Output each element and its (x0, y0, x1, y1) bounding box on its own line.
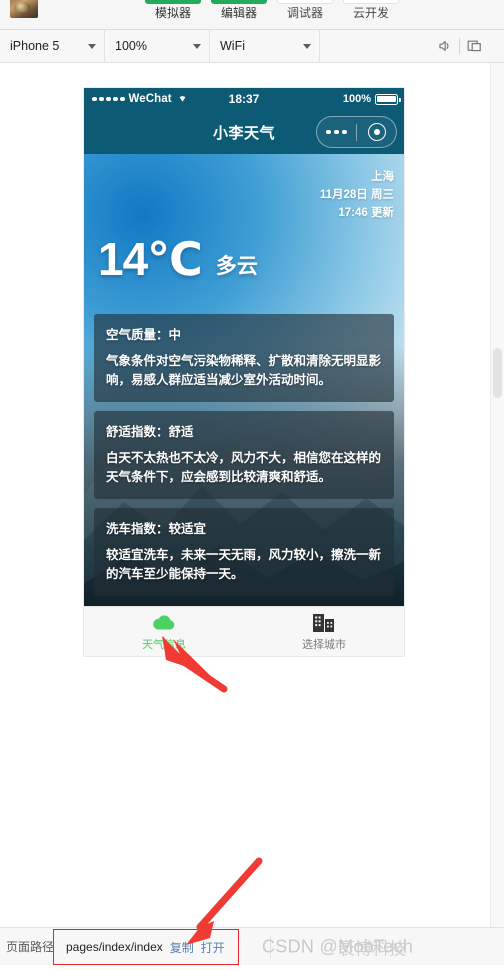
cloud-dev-icon (343, 0, 399, 4)
ide-nav-simulator[interactable]: 模拟器 (145, 0, 201, 20)
phone-nav-bar: 小李天气 (84, 110, 404, 154)
copy-path-link[interactable]: 复制 (170, 939, 194, 956)
card-title: 洗车指数：较适宜 (106, 522, 207, 536)
watermark-text: CSDN @MobTech (262, 936, 414, 956)
device-select[interactable]: iPhone 5 (0, 30, 105, 62)
simulator-icon (145, 0, 201, 4)
more-dots-icon[interactable] (317, 129, 356, 135)
cloud-icon (151, 613, 177, 637)
weather-content: 上海 11月28日 周三 17:46 更新 14℃ 多云 空气质量：中 气象条件… (84, 154, 404, 656)
zoom-select[interactable]: 100% (105, 30, 210, 62)
weather-index-card: 舒适指数：舒适 白天不太热也不太冷，风力不大，相信您在这样的天气条件下，应会感到… (94, 411, 394, 499)
target-circle-icon[interactable] (357, 123, 396, 141)
ide-nav-cloud[interactable]: 云开发 (343, 0, 399, 20)
ide-nav-debugger[interactable]: 调试器 (277, 0, 333, 20)
user-avatar[interactable] (10, 0, 38, 18)
date-label: 11月28日 周三 (319, 189, 394, 201)
temperature-value: 14℃ (98, 233, 203, 285)
network-select[interactable]: WiFi (210, 30, 320, 62)
buildings-icon (311, 612, 337, 637)
zoom-select-value: 100% (115, 39, 147, 53)
vertical-scrollbar[interactable] (490, 63, 504, 927)
toolbar-icon-group (429, 30, 504, 62)
scrollbar-thumb[interactable] (493, 348, 502, 398)
page-path-highlight-box: pages/index/index 复制 打开 (53, 929, 239, 965)
editor-icon (211, 0, 267, 4)
ide-bottom-status-bar: 页面路径 pages/index/index 复制 打开 CSDN @MobTe… (0, 927, 504, 965)
weather-index-card: 洗车指数：较适宜 较适宜洗车，未来一天无雨，风力较小，擦洗一新的汽车至少能保持一… (94, 508, 394, 596)
battery-percent-label: 100% (342, 93, 371, 105)
temperature-block: 14℃ 多云 (98, 236, 258, 282)
card-body: 气象条件对空气污染物稀释、扩散和清除无明显影响，易感人群应适当减少室外活动时间。 (106, 354, 382, 387)
chevron-down-icon (193, 43, 201, 49)
weather-index-card: 空气质量：中 气象条件对空气污染物稀释、扩散和清除无明显影响，易感人群应适当减少… (94, 314, 394, 402)
tab-select-city[interactable]: 选择城市 (244, 607, 404, 656)
tab-weather-info-label: 天气信息 (142, 638, 186, 651)
chevron-down-icon (303, 43, 311, 49)
network-select-value: WiFi (220, 39, 245, 53)
chevron-down-icon (88, 43, 96, 49)
status-bar-right: 100% (342, 93, 401, 105)
phone-tab-bar: 天气信息 选择城市 (84, 606, 404, 656)
debugger-icon (277, 0, 333, 4)
watermark-text-secondary: 袤博科技 (338, 939, 406, 958)
tab-weather-info[interactable]: 天气信息 (84, 607, 244, 656)
page-path-value: pages/index/index (66, 940, 163, 954)
weather-index-card-list: 空气质量：中 气象条件对空气污染物稀释、扩散和清除无明显影响，易感人群应适当减少… (84, 314, 404, 605)
card-body: 白天不太热也不太冷，风力不大，相信您在这样的天气条件下，应会感到比较清爽和舒适。 (106, 451, 382, 484)
device-select-value: iPhone 5 (10, 39, 60, 53)
wechat-capsule-menu[interactable] (316, 116, 397, 148)
card-title: 舒适指数：舒适 (106, 425, 194, 439)
ide-nav-cloud-label: 云开发 (352, 6, 389, 20)
phone-preview: WeChat 18:37 100% 小李天气 上海 11月28日 周三 17:4… (84, 88, 404, 656)
window-panel-icon[interactable] (460, 30, 490, 63)
simulator-toolbar: iPhone 5 100% WiFi (0, 30, 504, 63)
open-path-link[interactable]: 打开 (201, 939, 225, 956)
speaker-icon[interactable] (429, 30, 459, 63)
page-path-label: 页面路径 (6, 940, 55, 954)
weather-meta: 上海 11月28日 周三 17:46 更新 (320, 168, 394, 222)
ide-nav-editor-label: 编辑器 (220, 6, 257, 20)
card-body: 较适宜洗车，未来一天无雨，风力较小，擦洗一新的汽车至少能保持一天。 (106, 548, 382, 581)
tab-select-city-label: 选择城市 (302, 639, 346, 651)
ide-nav-button-group: 模拟器 编辑器 调试器 云开发 (145, 0, 399, 20)
ide-nav-debugger-label: 调试器 (286, 6, 323, 20)
ide-nav-editor[interactable]: 编辑器 (211, 0, 267, 20)
page-title: 小李天气 (212, 124, 275, 142)
update-time-label: 17:46 更新 (338, 207, 394, 219)
ide-top-navigation: 模拟器 编辑器 调试器 云开发 (0, 0, 504, 30)
weather-condition-label: 多云 (215, 255, 258, 278)
city-label: 上海 (371, 171, 394, 183)
battery-icon (375, 93, 401, 105)
phone-status-bar: WeChat 18:37 100% (84, 88, 404, 110)
ide-nav-simulator-label: 模拟器 (154, 6, 191, 20)
card-title: 空气质量：中 (106, 328, 182, 342)
bottom-bar-divider (270, 936, 271, 958)
